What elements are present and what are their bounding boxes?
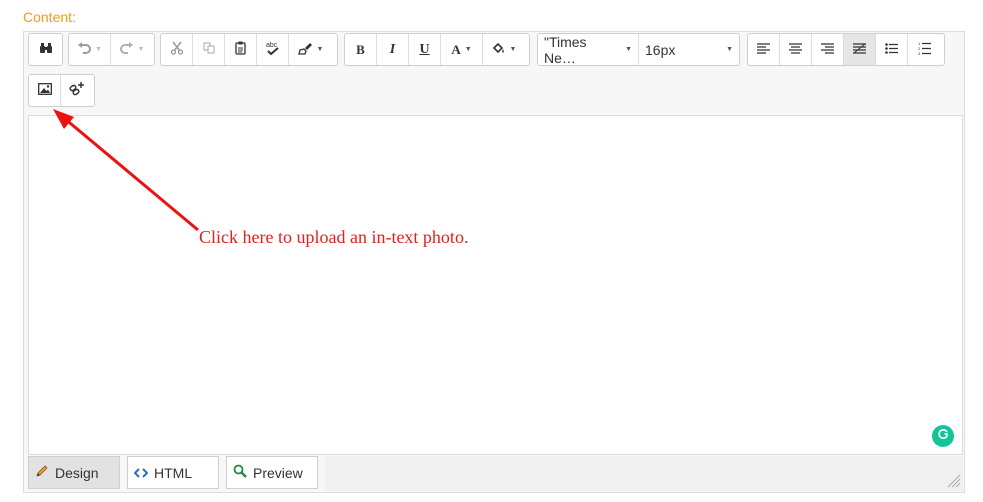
grammarly-icon xyxy=(937,427,949,445)
tab-preview-label: Preview xyxy=(253,464,303,481)
insert-image-button[interactable] xyxy=(29,75,61,106)
insert-link-icon xyxy=(69,81,85,100)
format-painter-icon xyxy=(297,41,313,58)
font-family-value: "Times Ne… xyxy=(544,33,587,66)
bullet-list-icon xyxy=(885,42,898,57)
undo-icon xyxy=(77,42,92,57)
font-size-select[interactable]: 16px ▼ xyxy=(639,34,739,65)
align-left-icon xyxy=(757,42,770,57)
numbered-list-button[interactable]: 123 xyxy=(908,34,940,65)
tab-preview[interactable]: Preview xyxy=(226,456,318,489)
format-painter-button[interactable]: ▼ xyxy=(289,34,331,65)
content-field-label: Content: xyxy=(23,9,76,25)
italic-label: I xyxy=(389,41,396,57)
justify-icon xyxy=(853,42,866,57)
spellcheck-icon: abc xyxy=(265,40,281,59)
align-right-icon xyxy=(821,42,834,57)
svg-text:abc: abc xyxy=(266,42,278,49)
align-left-button[interactable] xyxy=(748,34,780,65)
cut-button[interactable] xyxy=(161,34,193,65)
code-icon xyxy=(133,465,149,481)
format-painter-caret[interactable]: ▼ xyxy=(317,46,324,53)
toolbar-group-find xyxy=(28,33,63,66)
copy-button[interactable] xyxy=(193,34,225,65)
bold-label: B xyxy=(356,41,365,57)
toolbar-group-clipboard: abc ▼ xyxy=(160,33,338,66)
editor-content-area[interactable] xyxy=(28,115,963,455)
spellcheck-button[interactable]: abc xyxy=(257,34,289,65)
grammarly-button[interactable] xyxy=(932,425,954,447)
font-color-button[interactable]: A ▼ xyxy=(441,34,483,65)
font-family-select[interactable]: "Times Ne… ▼ xyxy=(538,33,639,66)
cut-icon xyxy=(170,41,184,58)
undo-button[interactable]: ▼ xyxy=(69,34,111,65)
font-family-caret: ▼ xyxy=(625,46,632,53)
font-size-value: 16px xyxy=(645,41,676,58)
resize-handle[interactable] xyxy=(947,474,961,493)
toolbar-group-text-style: B I U A ▼ ▼ xyxy=(344,33,530,66)
font-color-label: A xyxy=(451,41,461,57)
redo-icon xyxy=(119,42,134,57)
font-size-caret: ▼ xyxy=(726,46,733,53)
pencil-icon xyxy=(35,464,49,481)
tab-html[interactable]: HTML xyxy=(127,456,219,489)
bold-button[interactable]: B xyxy=(345,34,377,65)
find-icon xyxy=(39,42,53,57)
font-color-caret[interactable]: ▼ xyxy=(465,46,472,53)
toolbar-group-history: ▼ ▼ xyxy=(68,33,155,66)
tab-design[interactable]: Design xyxy=(28,456,120,489)
tab-design-label: Design xyxy=(55,464,99,481)
annotation-note: Click here to upload an in-text photo. xyxy=(199,227,469,247)
redo-dropdown-caret[interactable]: ▼ xyxy=(138,46,145,53)
background-color-button[interactable]: ▼ xyxy=(483,34,525,65)
underline-label: U xyxy=(419,41,430,57)
align-center-icon xyxy=(789,42,802,57)
preview-icon xyxy=(233,464,247,481)
background-color-caret[interactable]: ▼ xyxy=(510,46,517,53)
copy-icon xyxy=(203,42,215,57)
toolbar-group-insert xyxy=(28,74,95,107)
justify-button[interactable] xyxy=(844,34,876,65)
italic-button[interactable]: I xyxy=(377,34,409,65)
paste-icon xyxy=(235,41,246,58)
undo-dropdown-caret[interactable]: ▼ xyxy=(95,46,102,53)
tab-html-label: HTML xyxy=(154,464,193,481)
numbered-list-icon: 123 xyxy=(918,41,931,58)
align-center-button[interactable] xyxy=(780,34,812,65)
bullet-list-button[interactable] xyxy=(876,34,908,65)
bottom-bar xyxy=(325,456,963,491)
underline-button[interactable]: U xyxy=(409,34,441,65)
svg-text:3: 3 xyxy=(918,51,921,55)
paste-button[interactable] xyxy=(225,34,257,65)
find-button[interactable] xyxy=(29,34,62,65)
toolbar-group-paragraph: 123 xyxy=(747,33,945,66)
insert-image-icon xyxy=(37,83,52,98)
background-color-icon xyxy=(492,42,506,57)
insert-link-button[interactable] xyxy=(61,75,93,106)
redo-button[interactable]: ▼ xyxy=(111,34,153,65)
align-right-button[interactable] xyxy=(812,34,844,65)
toolbar-group-font: "Times Ne… ▼ 16px ▼ xyxy=(537,33,740,66)
resize-handle-icon xyxy=(947,474,961,492)
